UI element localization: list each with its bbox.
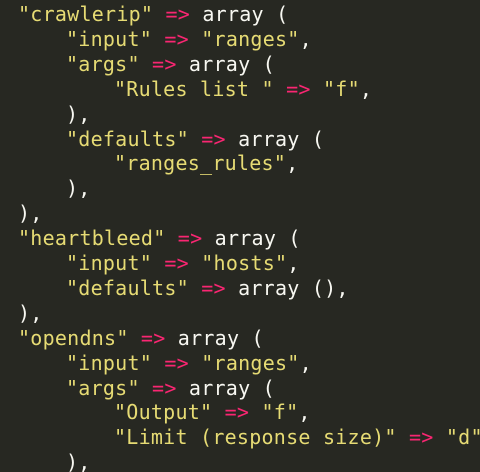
operator-token: =>	[409, 425, 434, 450]
code-token: ,	[287, 251, 300, 275]
operator-token: =>	[165, 2, 191, 26]
string-token: "defaults"	[66, 126, 189, 151]
string-token: "Limit (response size)"	[114, 425, 397, 450]
string-token: "args"	[66, 375, 140, 400]
operator-token: =>	[177, 226, 203, 251]
string-token: "hosts"	[201, 251, 288, 275]
code-token: ,	[299, 26, 312, 51]
string-token: "ranges"	[201, 350, 300, 375]
string-token: "heartbleed"	[18, 226, 166, 251]
code-line: "args" => array (	[66, 376, 275, 401]
operator-token: =>	[164, 350, 189, 375]
code-token: array (	[165, 325, 264, 350]
code-token: ),	[66, 176, 91, 201]
code-line: ),	[18, 301, 43, 326]
string-token: "opendns"	[18, 325, 129, 350]
code-token: array (	[176, 51, 275, 76]
code-token: array (	[176, 375, 275, 400]
string-token: "args"	[66, 51, 140, 76]
code-line: "ranges_rules",	[114, 151, 298, 176]
string-token: "ranges"	[201, 26, 300, 51]
code-line: "Rules list " => "f",	[114, 77, 372, 102]
operator-token: =>	[152, 375, 177, 400]
code-token: ),	[18, 201, 43, 226]
code-line: "input" => "ranges",	[66, 351, 312, 376]
string-token: "input"	[66, 350, 153, 375]
string-token: "Rules list "	[114, 76, 274, 101]
code-token: ),	[66, 450, 91, 472]
code-token: array (	[202, 226, 301, 251]
code-line: ),	[66, 450, 91, 472]
code-line: "crawlerip" => array (	[18, 2, 288, 27]
code-editor[interactable]: "crawlerip" => array ( "input" => "range…	[0, 0, 480, 472]
code-line: "args" => array (	[66, 52, 275, 77]
operator-token: =>	[224, 400, 250, 425]
code-token: array (	[190, 2, 289, 26]
string-token: "defaults"	[66, 275, 189, 300]
code-line: "input" => "hosts",	[66, 251, 300, 276]
string-token: "input"	[66, 26, 153, 51]
code-line: ),	[18, 201, 43, 226]
code-line: ),	[66, 176, 91, 201]
code-token: ,	[298, 400, 311, 425]
operator-token: =>	[201, 126, 226, 151]
operator-token: =>	[152, 51, 177, 76]
code-token: array (),	[225, 275, 349, 300]
code-line: "defaults" => array (),	[66, 276, 349, 301]
string-token: "input"	[66, 251, 153, 275]
operator-token: =>	[164, 251, 189, 275]
code-token: ,	[286, 151, 299, 176]
string-token: "f"	[261, 400, 299, 425]
code-token: ),	[18, 300, 43, 325]
code-token: ),	[66, 101, 91, 126]
code-line: "Output" => "f",	[114, 400, 311, 425]
code-line: "opendns" => array (	[18, 326, 264, 351]
string-token: "crawlerip"	[18, 2, 154, 26]
code-token: ,	[359, 76, 373, 101]
string-token: "Output"	[114, 400, 213, 425]
string-token: "d"	[445, 425, 480, 450]
code-token: array (	[225, 126, 325, 151]
string-token: "f"	[322, 76, 360, 101]
operator-token: =>	[201, 275, 226, 300]
code-line: "Limit (response size)" => "d",	[114, 425, 480, 450]
code-line: "defaults" => array (	[66, 127, 324, 152]
operator-token: =>	[140, 325, 166, 350]
operator-token: =>	[286, 76, 311, 101]
code-line: "heartbleed" => array (	[18, 226, 301, 251]
string-token: "ranges_rules"	[114, 151, 287, 176]
code-line: ),	[66, 102, 91, 127]
operator-token: =>	[164, 26, 189, 51]
code-line: "input" => "ranges",	[66, 27, 312, 52]
code-token: ,	[299, 350, 312, 375]
